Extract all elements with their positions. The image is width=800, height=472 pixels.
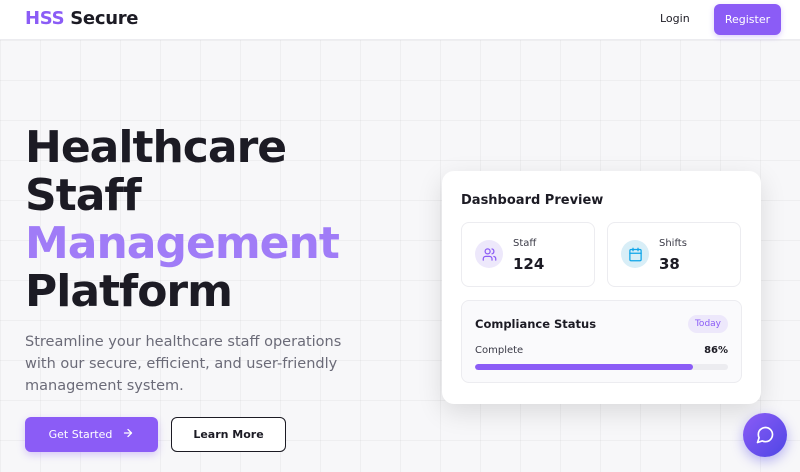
compliance-label: Complete [475, 345, 524, 356]
stat-card-staff: Staff 124 [461, 222, 595, 287]
compliance-progress-fill [475, 364, 693, 370]
stat-value: 38 [659, 255, 680, 273]
hero-title-line-1: Healthcare [25, 122, 287, 173]
compliance-panel: Compliance Status Today Complete 86% [461, 300, 742, 383]
hero-subtitle: Streamline your healthcare staff operati… [25, 334, 342, 394]
calendar-icon [621, 240, 649, 268]
login-link[interactable]: Login [660, 12, 690, 25]
users-icon [475, 240, 503, 268]
compliance-title: Compliance Status [475, 317, 597, 331]
navbar: HSS Secure Login Register [0, 0, 800, 40]
register-button[interactable]: Register [714, 4, 781, 35]
compliance-progress-track [475, 364, 728, 370]
dashboard-title: Dashboard Preview [461, 193, 604, 208]
get-started-button[interactable]: Get Started [25, 417, 158, 452]
compliance-percent: 86% [704, 345, 728, 356]
chat-bubble-icon [756, 426, 774, 444]
learn-more-button[interactable]: Learn More [171, 417, 286, 452]
get-started-label: Get Started [48, 428, 113, 441]
hero-title: Healthcare Staff Management Platform [25, 122, 340, 317]
logo-accent: HSS [25, 8, 65, 29]
logo[interactable]: HSS Secure [25, 8, 139, 29]
hero-title-line-3: Management [25, 218, 340, 269]
arrow-right-icon [122, 427, 134, 443]
logo-text: Secure [70, 8, 139, 29]
today-badge: Today [687, 315, 728, 333]
chat-button[interactable] [743, 413, 787, 457]
hero-title-line-4: Platform [25, 266, 233, 317]
stat-label: Staff [513, 238, 537, 249]
stat-label: Shifts [659, 238, 687, 249]
stat-value: 124 [513, 255, 545, 273]
dashboard-preview-card: Dashboard Preview Staff 124 Shifts 38 Co… [442, 171, 761, 404]
hero-title-line-2: Staff [25, 170, 142, 221]
stat-card-shifts: Shifts 38 [607, 222, 741, 287]
